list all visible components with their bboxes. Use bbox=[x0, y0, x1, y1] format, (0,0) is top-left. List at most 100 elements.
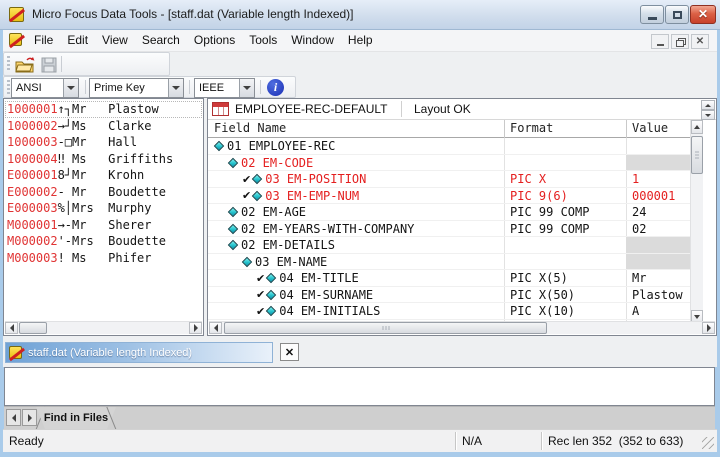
field-format: PIC X(5) bbox=[510, 270, 568, 287]
data-item-icon bbox=[266, 306, 276, 316]
hscroll-thumb[interactable] bbox=[224, 322, 547, 334]
field-row[interactable]: ✔03 EM-EMP-NUMPIC 9(6)000001 bbox=[208, 188, 691, 205]
field-row[interactable]: ✔04 EM-TITLEPIC X(5)Mr bbox=[208, 270, 691, 287]
field-label: 04 EM-TITLE bbox=[279, 271, 358, 285]
field-value-text bbox=[626, 238, 632, 252]
file-close-button[interactable]: ✕ bbox=[280, 343, 299, 361]
menu-item-search[interactable]: Search bbox=[135, 30, 187, 52]
file-title-bar[interactable]: staff.dat (Variable length Indexed) bbox=[5, 342, 273, 363]
field-row[interactable]: 01 EMPLOYEE-REC bbox=[208, 138, 691, 155]
record-text: '-Mrs Boudette bbox=[58, 234, 166, 248]
column-value[interactable]: Value bbox=[632, 120, 668, 137]
arrow-left-icon bbox=[12, 414, 16, 422]
menu-item-file[interactable]: File bbox=[27, 30, 60, 52]
mdi-restore-button[interactable] bbox=[671, 34, 689, 49]
record-list-hscrollbar[interactable] bbox=[5, 321, 202, 334]
record-row[interactable]: M000001→-Mr Sherer bbox=[5, 217, 202, 234]
combo-value: ANSI bbox=[16, 79, 42, 97]
field-value-text: Plastow bbox=[626, 288, 683, 302]
field-label: 03 EM-POSITION bbox=[265, 172, 366, 186]
column-field-name[interactable]: Field Name bbox=[214, 120, 286, 137]
combo-dropdown-button[interactable] bbox=[63, 79, 78, 97]
menu-item-view[interactable]: View bbox=[95, 30, 135, 52]
status-panel-reclen: Rec len 352 (352 to 633) bbox=[541, 432, 711, 450]
column-divider bbox=[504, 120, 505, 138]
field-row[interactable]: 03 EM-NAME bbox=[208, 254, 691, 271]
menu-item-window[interactable]: Window bbox=[284, 30, 341, 52]
record-text: ‼ Ms Griffiths bbox=[58, 152, 174, 166]
toolbar-grip[interactable] bbox=[7, 80, 10, 94]
combo-dropdown-button[interactable] bbox=[239, 79, 254, 97]
thumb-grip bbox=[695, 152, 699, 159]
close-button[interactable]: ✕ bbox=[690, 5, 716, 24]
save-file-button[interactable] bbox=[37, 55, 61, 75]
field-row[interactable]: ✔04 EM-SURNAMEPIC X(50)Plastow bbox=[208, 287, 691, 304]
field-row[interactable]: ✔04 EM-INITIALSPIC X(10)A bbox=[208, 303, 691, 320]
arrow-up-icon bbox=[694, 125, 700, 129]
tab-scroll-buttons bbox=[6, 409, 37, 426]
field-row[interactable]: 02 EM-YEARS-WITH-COMPANYPIC 99 COMP02 bbox=[208, 221, 691, 238]
field-label: 01 EMPLOYEE-REC bbox=[227, 139, 335, 153]
record-row[interactable]: 1000002→┘Ms Clarke bbox=[5, 118, 202, 135]
mdi-minimize-button[interactable] bbox=[651, 34, 669, 49]
resize-grip[interactable] bbox=[702, 437, 714, 449]
maximize-button[interactable] bbox=[665, 5, 689, 24]
open-file-button[interactable] bbox=[13, 55, 37, 75]
scroll-right-button[interactable] bbox=[189, 322, 202, 334]
hscroll-thumb[interactable] bbox=[19, 322, 47, 334]
spinner-down-button[interactable] bbox=[701, 110, 715, 120]
column-format[interactable]: Format bbox=[510, 120, 553, 137]
title-bar: Micro Focus Data Tools - [staff.dat (Var… bbox=[0, 0, 720, 30]
combo-float-format[interactable]: IEEE bbox=[194, 78, 255, 98]
field-name-cell: ✔03 EM-POSITION bbox=[242, 171, 366, 188]
record-row[interactable]: 1000001↑┐Mr Plastow bbox=[5, 101, 202, 118]
field-value: A bbox=[626, 303, 691, 319]
record-row[interactable]: E0000018┘Mr Krohn bbox=[5, 167, 202, 184]
scroll-left-button[interactable] bbox=[5, 322, 18, 334]
combo-key[interactable]: Prime Key bbox=[89, 78, 184, 98]
record-row[interactable]: M000003! Ms Phifer bbox=[5, 250, 202, 267]
minimize-button[interactable] bbox=[640, 5, 664, 24]
tab-scroll-right-button[interactable] bbox=[22, 409, 37, 426]
data-item-icon bbox=[266, 273, 276, 283]
find-results-panel[interactable] bbox=[4, 367, 715, 406]
record-row[interactable]: 1000004‼ Ms Griffiths bbox=[5, 151, 202, 168]
field-name-cell: 01 EMPLOYEE-REC bbox=[214, 138, 335, 155]
menu-item-edit[interactable]: Edit bbox=[60, 30, 95, 52]
toolbar-grip[interactable] bbox=[7, 56, 10, 72]
info-button[interactable]: i bbox=[267, 79, 284, 96]
table-hscrollbar[interactable] bbox=[209, 321, 715, 334]
field-label: 03 EM-NAME bbox=[255, 255, 327, 269]
record-row[interactable]: M000002'-Mrs Boudette bbox=[5, 233, 202, 250]
toolbar-separator bbox=[260, 80, 261, 94]
tab-scroll-left-button[interactable] bbox=[6, 409, 21, 426]
combo-charset[interactable]: ANSI bbox=[11, 78, 79, 98]
combo-dropdown-button[interactable] bbox=[168, 79, 183, 97]
record-list-pane: 1000001↑┐Mr Plastow1000002→┘Ms Clarke100… bbox=[3, 98, 204, 336]
menu-item-help[interactable]: Help bbox=[341, 30, 380, 52]
app-window: Micro Focus Data Tools - [staff.dat (Var… bbox=[0, 0, 720, 457]
record-row[interactable]: E000003%│Mrs Murphy bbox=[5, 200, 202, 217]
table-vscrollbar[interactable] bbox=[690, 120, 703, 324]
scroll-left-button[interactable] bbox=[209, 322, 222, 334]
record-key: 1000002 bbox=[7, 119, 58, 133]
scroll-up-button[interactable] bbox=[691, 120, 703, 134]
record-row[interactable]: 1000003-□Mr Hall bbox=[5, 134, 202, 151]
tab-find-in-files[interactable]: Find in Files bbox=[36, 407, 116, 429]
menu-item-tools[interactable]: Tools bbox=[242, 30, 284, 52]
record-layout-icon bbox=[212, 102, 229, 116]
layout-name[interactable]: EMPLOYEE-REC-DEFAULT bbox=[235, 99, 387, 119]
record-row[interactable]: E000002- Mr Boudette bbox=[5, 184, 202, 201]
field-name-cell: 02 EM-AGE bbox=[228, 204, 306, 221]
field-row[interactable]: 02 EM-AGEPIC 99 COMP24 bbox=[208, 204, 691, 221]
spinner-up-button[interactable] bbox=[701, 100, 715, 110]
menu-item-options[interactable]: Options bbox=[187, 30, 242, 52]
mdi-window-buttons: ✕ bbox=[651, 34, 709, 49]
field-value-text: Mr bbox=[626, 271, 646, 285]
field-row[interactable]: ✔03 EM-POSITIONPIC X1 bbox=[208, 171, 691, 188]
field-row[interactable]: 02 EM-DETAILS bbox=[208, 237, 691, 254]
field-row[interactable]: 02 EM-CODE bbox=[208, 155, 691, 172]
vscroll-thumb[interactable] bbox=[691, 136, 703, 174]
scroll-right-button[interactable] bbox=[702, 322, 715, 334]
mdi-close-button[interactable]: ✕ bbox=[691, 34, 709, 49]
